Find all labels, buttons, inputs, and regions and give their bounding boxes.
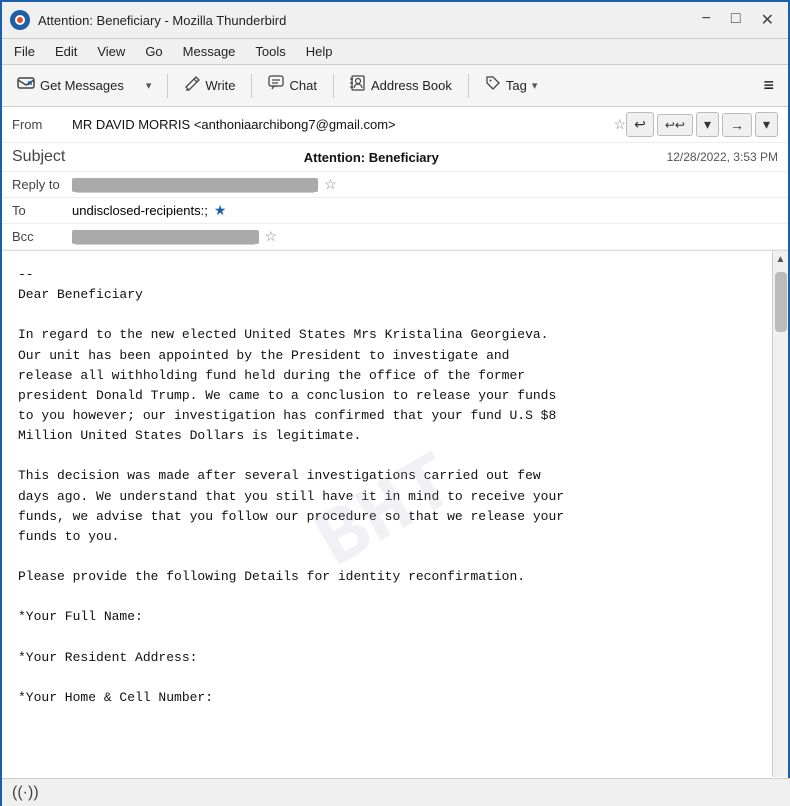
email-date: 12/28/2022, 3:53 PM (667, 150, 778, 164)
chat-button[interactable]: Chat (259, 70, 325, 101)
menu-bar: File Edit View Go Message Tools Help (2, 39, 788, 65)
header-action-buttons: ↩ ↩↩ ▾ → ▾ (626, 112, 778, 137)
app-icon (10, 10, 30, 30)
toolbar-separator-1 (167, 74, 168, 98)
reply-dropdown-button[interactable]: ▾ (696, 112, 719, 137)
toolbar-separator-2 (251, 74, 252, 98)
toolbar-separator-4 (468, 74, 469, 98)
address-book-button[interactable]: Address Book (341, 70, 461, 101)
email-header: From MR DAVID MORRIS <anthoniaarchibong7… (2, 107, 788, 251)
to-value: undisclosed-recipients:; (72, 203, 208, 218)
to-star-icon[interactable]: ★ (214, 202, 227, 219)
menu-view[interactable]: View (89, 41, 133, 62)
maximize-button[interactable]: □ (725, 8, 747, 32)
chat-icon (268, 75, 284, 96)
scrollbar-track[interactable]: ▲ (772, 251, 788, 777)
menu-message[interactable]: Message (175, 41, 244, 62)
window-controls[interactable]: − □ ✕ (696, 8, 780, 32)
subject-value: Attention: Beneficiary (304, 150, 439, 165)
write-label: Write (205, 78, 235, 93)
tag-dropdown-icon: ▾ (532, 79, 538, 92)
write-icon (184, 75, 200, 96)
reply-all-button[interactable]: ↩↩ (657, 114, 693, 136)
scrollbar-thumb[interactable] (775, 272, 787, 332)
menu-edit[interactable]: Edit (47, 41, 85, 62)
get-messages-dropdown-button[interactable]: ▾ (137, 74, 161, 97)
subject-label: Subject (12, 148, 72, 166)
status-icon: ((·)) (12, 784, 39, 802)
get-messages-dropdown-icon: ▾ (146, 79, 152, 92)
from-star-icon[interactable]: ☆ (614, 116, 627, 133)
to-label: To (12, 203, 72, 218)
get-messages-label: Get Messages (40, 78, 124, 93)
get-messages-button[interactable]: Get Messages (8, 69, 133, 102)
reply-to-row: Reply to ████████████████████████████ ☆ (2, 172, 788, 198)
address-book-icon (350, 75, 366, 96)
chat-label: Chat (289, 78, 316, 93)
reply-to-label: Reply to (12, 177, 72, 192)
bcc-label: Bcc (12, 229, 72, 244)
forward-button[interactable]: → (722, 113, 752, 137)
toolbar: Get Messages ▾ Write Chat (2, 65, 788, 107)
menu-tools[interactable]: Tools (247, 41, 293, 62)
subject-row: Subject Attention: Beneficiary 12/28/202… (2, 143, 788, 172)
minimize-button[interactable]: − (696, 8, 717, 32)
from-row: From MR DAVID MORRIS <anthoniaarchibong7… (2, 107, 788, 143)
menu-file[interactable]: File (6, 41, 43, 62)
window-title: Attention: Beneficiary - Mozilla Thunder… (38, 13, 696, 28)
email-body-container: BHT -- Dear Beneficiary In regard to the… (2, 251, 788, 777)
scrollbar-up-arrow[interactable]: ▲ (773, 251, 788, 268)
address-book-label: Address Book (371, 78, 452, 93)
forward-dropdown-button[interactable]: ▾ (755, 112, 778, 137)
menu-help[interactable]: Help (298, 41, 341, 62)
email-body[interactable]: BHT -- Dear Beneficiary In regard to the… (2, 251, 772, 777)
status-bar: ((·)) (2, 778, 790, 806)
to-row: To undisclosed-recipients:; ★ (2, 198, 788, 224)
reply-button[interactable]: ↩ (626, 112, 654, 137)
from-label: From (12, 117, 72, 132)
get-messages-icon (17, 74, 35, 97)
title-bar: Attention: Beneficiary - Mozilla Thunder… (2, 2, 788, 39)
bcc-row: Bcc █████████████████████ ☆ (2, 224, 788, 250)
tag-label: Tag (506, 78, 527, 93)
toolbar-separator-3 (333, 74, 334, 98)
write-button[interactable]: Write (175, 70, 244, 101)
tag-icon (485, 75, 501, 96)
hamburger-menu-button[interactable]: ≡ (755, 71, 782, 100)
close-button[interactable]: ✕ (755, 8, 780, 32)
tag-button[interactable]: Tag ▾ (476, 70, 547, 101)
bcc-star-icon[interactable]: ☆ (265, 228, 278, 245)
reply-to-value: ████████████████████████████ (72, 178, 318, 192)
bcc-value: █████████████████████ (72, 230, 259, 244)
email-content: -- Dear Beneficiary In regard to the new… (18, 265, 756, 708)
reply-to-star-icon[interactable]: ☆ (324, 176, 337, 193)
from-value: MR DAVID MORRIS <anthoniaarchibong7@gmai… (72, 117, 608, 132)
menu-go[interactable]: Go (137, 41, 170, 62)
